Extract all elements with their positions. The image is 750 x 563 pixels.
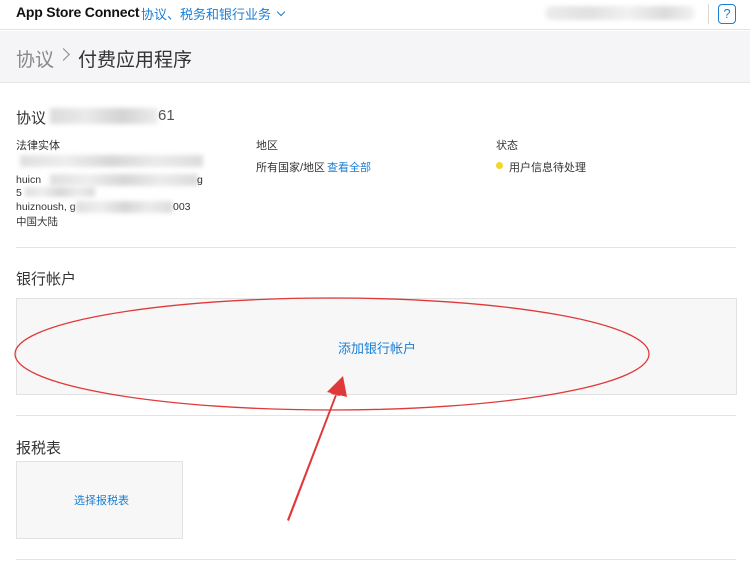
status-pending-icon — [496, 162, 503, 169]
top-navigation-bar: App Store Connect 协议、税务和银行业务 ? — [0, 0, 750, 30]
view-all-regions-link[interactable]: 查看全部 — [327, 159, 371, 175]
add-bank-account-link[interactable]: 添加银行帐户 — [338, 338, 416, 357]
entity-line-2-redacted — [25, 187, 95, 197]
entity-line-3-redacted — [76, 201, 173, 213]
chevron-down-icon — [276, 7, 286, 17]
entity-line-3: huiznoush, g — [16, 201, 76, 213]
app-store-connect-logo[interactable]: App Store Connect — [16, 4, 140, 20]
entity-name-redacted — [20, 155, 203, 167]
entity-line-2: 5 — [16, 187, 22, 199]
help-button[interactable]: ? — [718, 4, 736, 24]
bank-account-title: 银行帐户 — [16, 271, 77, 288]
agreement-number-suffix: 61 — [158, 107, 175, 124]
section-divider — [16, 247, 736, 248]
section-divider — [16, 415, 736, 416]
agreements-menu-dropdown[interactable]: 协议、税务和银行业务 — [141, 4, 286, 23]
status-label: 状态 — [496, 140, 518, 152]
page-title: 付费应用程序 — [78, 50, 193, 71]
entity-line-1: huicn — [16, 174, 42, 186]
select-tax-form-link[interactable]: 选择报税表 — [74, 492, 129, 508]
breadcrumb-agreements-link[interactable]: 协议 — [16, 45, 54, 72]
entity-line-3-suffix: 003 — [173, 201, 191, 213]
agreements-menu-label: 协议、税务和银行业务 — [141, 7, 272, 22]
nav-divider — [708, 4, 709, 24]
entity-line-1-suffix: g — [197, 174, 203, 186]
agreement-number-redacted — [50, 108, 158, 124]
tax-forms-title: 报税表 — [16, 440, 62, 457]
page-header: 协议 付费应用程序 — [0, 31, 750, 83]
annotation-arrow-icon — [287, 377, 343, 521]
status-value: 用户信息待处理 — [509, 162, 586, 174]
entity-country: 中国大陆 — [16, 216, 58, 228]
agreement-title: 协议 — [16, 110, 47, 127]
entity-line-1-redacted — [50, 174, 198, 186]
help-icon: ? — [723, 6, 731, 21]
account-name-redacted[interactable] — [545, 6, 695, 20]
region-label: 地区 — [256, 140, 278, 152]
section-divider — [16, 559, 736, 560]
region-value: 所有国家/地区 — [256, 162, 326, 174]
legal-entity-label: 法律实体 — [16, 140, 60, 152]
chevron-right-icon — [57, 48, 70, 61]
